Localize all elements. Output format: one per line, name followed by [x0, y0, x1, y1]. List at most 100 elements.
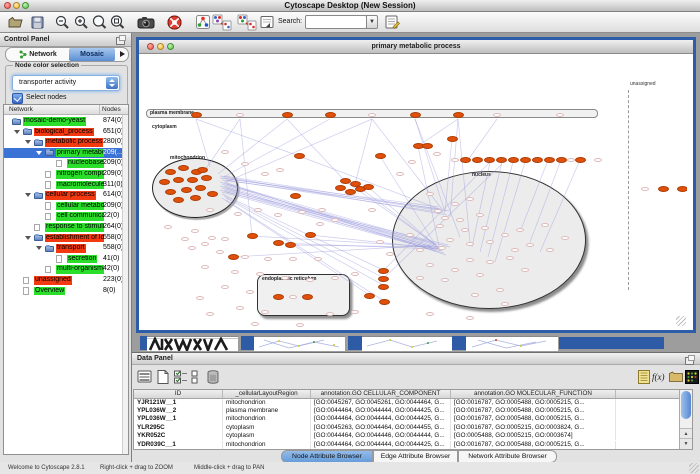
network-node-small[interactable]: [331, 276, 339, 280]
network-node[interactable]: [345, 189, 356, 195]
network-node-small[interactable]: [181, 237, 189, 241]
network-node[interactable]: [178, 165, 189, 171]
network-node[interactable]: [364, 293, 375, 299]
tree-row[interactable]: metabolic process280(0): [4, 137, 123, 148]
network-node[interactable]: [325, 112, 336, 118]
table-cell[interactable]: [GO:0044464, GO:0044446, GO:0044444, G..…: [311, 432, 451, 440]
network-node[interactable]: [305, 232, 316, 238]
tree-row[interactable]: establishment of lo558(0): [4, 233, 123, 244]
select-attributes-icon[interactable]: [173, 369, 189, 385]
network-node-small[interactable]: [501, 233, 509, 237]
network-node-small[interactable]: [201, 242, 209, 246]
background-window-edge[interactable]: [452, 336, 466, 350]
network-node-small[interactable]: [451, 268, 459, 272]
tree-row[interactable]: secretion41(0): [4, 254, 123, 265]
network-node-small[interactable]: [511, 248, 519, 252]
network-node-small[interactable]: [556, 113, 564, 117]
table-cell[interactable]: YKR052C: [134, 432, 223, 440]
search-input[interactable]: [305, 15, 367, 29]
network-node-small[interactable]: [426, 192, 434, 196]
tree-row[interactable]: biological_process651(0): [4, 127, 123, 138]
table-cell[interactable]: [GO:0016787, GO:0005488, GO:0005215, G..…: [451, 399, 616, 407]
network-node[interactable]: [302, 294, 313, 300]
network-node[interactable]: [247, 233, 258, 239]
background-window-edge[interactable]: [241, 336, 254, 350]
network-node-small[interactable]: [481, 226, 489, 230]
network-node-small[interactable]: [231, 270, 239, 274]
matrix-icon[interactable]: [684, 369, 700, 385]
network-node-small[interactable]: [251, 322, 259, 326]
network-node-small[interactable]: [433, 152, 441, 156]
float-panel-icon[interactable]: [685, 357, 694, 365]
network-node[interactable]: [379, 299, 390, 305]
table-cell[interactable]: YPL036W__2: [134, 407, 223, 415]
network-node-small[interactable]: [281, 276, 289, 280]
network-node-small[interactable]: [594, 158, 602, 162]
save-session-icon[interactable]: [29, 14, 46, 31]
tree-row[interactable]: nitrogen compo209(0): [4, 169, 123, 180]
tree-expand-icon[interactable]: [14, 130, 20, 134]
table-column-header[interactable]: ID: [134, 390, 223, 399]
table-cell[interactable]: mitochondrion: [223, 441, 311, 449]
network-node-small[interactable]: [164, 225, 172, 229]
network-node-small[interactable]: [296, 323, 304, 327]
network-node[interactable]: [201, 175, 212, 181]
network-node-small[interactable]: [221, 150, 229, 154]
attribute-editor-icon[interactable]: [384, 14, 401, 31]
network-node[interactable]: [453, 112, 464, 118]
network-node[interactable]: [340, 178, 351, 184]
network-node[interactable]: [363, 184, 374, 190]
network-node[interactable]: [472, 157, 483, 163]
table-cell[interactable]: [GO:0016787, GO:0005488, GO:0005215, G..…: [451, 441, 616, 449]
network-node[interactable]: [165, 189, 176, 195]
network-canvas[interactable]: plasma membrane cytoplasm mitochondrion …: [139, 54, 687, 327]
network-node[interactable]: [190, 195, 201, 201]
network-node[interactable]: [378, 284, 389, 290]
window-resize-grip[interactable]: [676, 316, 686, 326]
network-node-small[interactable]: [434, 209, 442, 213]
network-node[interactable]: [273, 294, 284, 300]
network-node-small[interactable]: [471, 293, 479, 297]
network-node-small[interactable]: [486, 240, 494, 244]
network-node-small[interactable]: [221, 285, 229, 289]
background-window[interactable]: [147, 336, 238, 351]
tree-row[interactable]: mosaic-demo-yeast874(0): [4, 116, 123, 127]
network-node[interactable]: [159, 179, 170, 185]
network-node[interactable]: [282, 112, 293, 118]
network-node-small[interactable]: [276, 168, 284, 172]
network-node-small[interactable]: [526, 243, 534, 247]
network-node-small[interactable]: [438, 246, 446, 250]
network-node[interactable]: [677, 186, 688, 192]
open-session-icon[interactable]: [7, 14, 24, 31]
tree-row[interactable]: Overview8(0): [4, 286, 123, 297]
network-node[interactable]: [207, 191, 218, 197]
network-node-small[interactable]: [451, 158, 459, 162]
network-node-small[interactable]: [376, 240, 384, 244]
network-node-small[interactable]: [461, 228, 469, 232]
notepad-icon[interactable]: [636, 369, 652, 385]
network-node-small[interactable]: [241, 162, 249, 166]
network-node[interactable]: [195, 185, 206, 191]
tree-scrollbar[interactable]: [122, 115, 128, 454]
network-node-small[interactable]: [496, 288, 504, 292]
background-window-edge[interactable]: [559, 337, 664, 349]
table-cell[interactable]: YPL036W__1: [134, 415, 223, 423]
table-column-header[interactable]: _cellularLayoutRegion: [223, 390, 311, 399]
tree-row[interactable]: macromolecule311(0): [4, 180, 123, 191]
network-node-small[interactable]: [396, 172, 404, 176]
tabs-overflow-arrow[interactable]: [120, 51, 125, 57]
network-node-small[interactable]: [416, 276, 424, 280]
search-dropdown-arrow[interactable]: ▼: [366, 15, 378, 29]
table-cell[interactable]: [GO:0016787, GO:0005488, GO:0005215, G..…: [451, 407, 616, 415]
network-node-small[interactable]: [416, 248, 424, 252]
background-window-edge[interactable]: [140, 336, 147, 350]
table-cell[interactable]: [GO:0044464, GO:0044444, GO:0044425, G..…: [311, 415, 451, 423]
tree-expand-icon[interactable]: [36, 151, 42, 155]
network-node-small[interactable]: [406, 233, 414, 237]
table-cell[interactable]: mitochondrion: [223, 399, 311, 407]
tree-row[interactable]: cellular process614(0): [4, 190, 123, 201]
network-node-small[interactable]: [506, 256, 514, 260]
network-node-small[interactable]: [316, 222, 324, 226]
network-node-small[interactable]: [476, 273, 484, 277]
network-node-small[interactable]: [196, 296, 204, 300]
